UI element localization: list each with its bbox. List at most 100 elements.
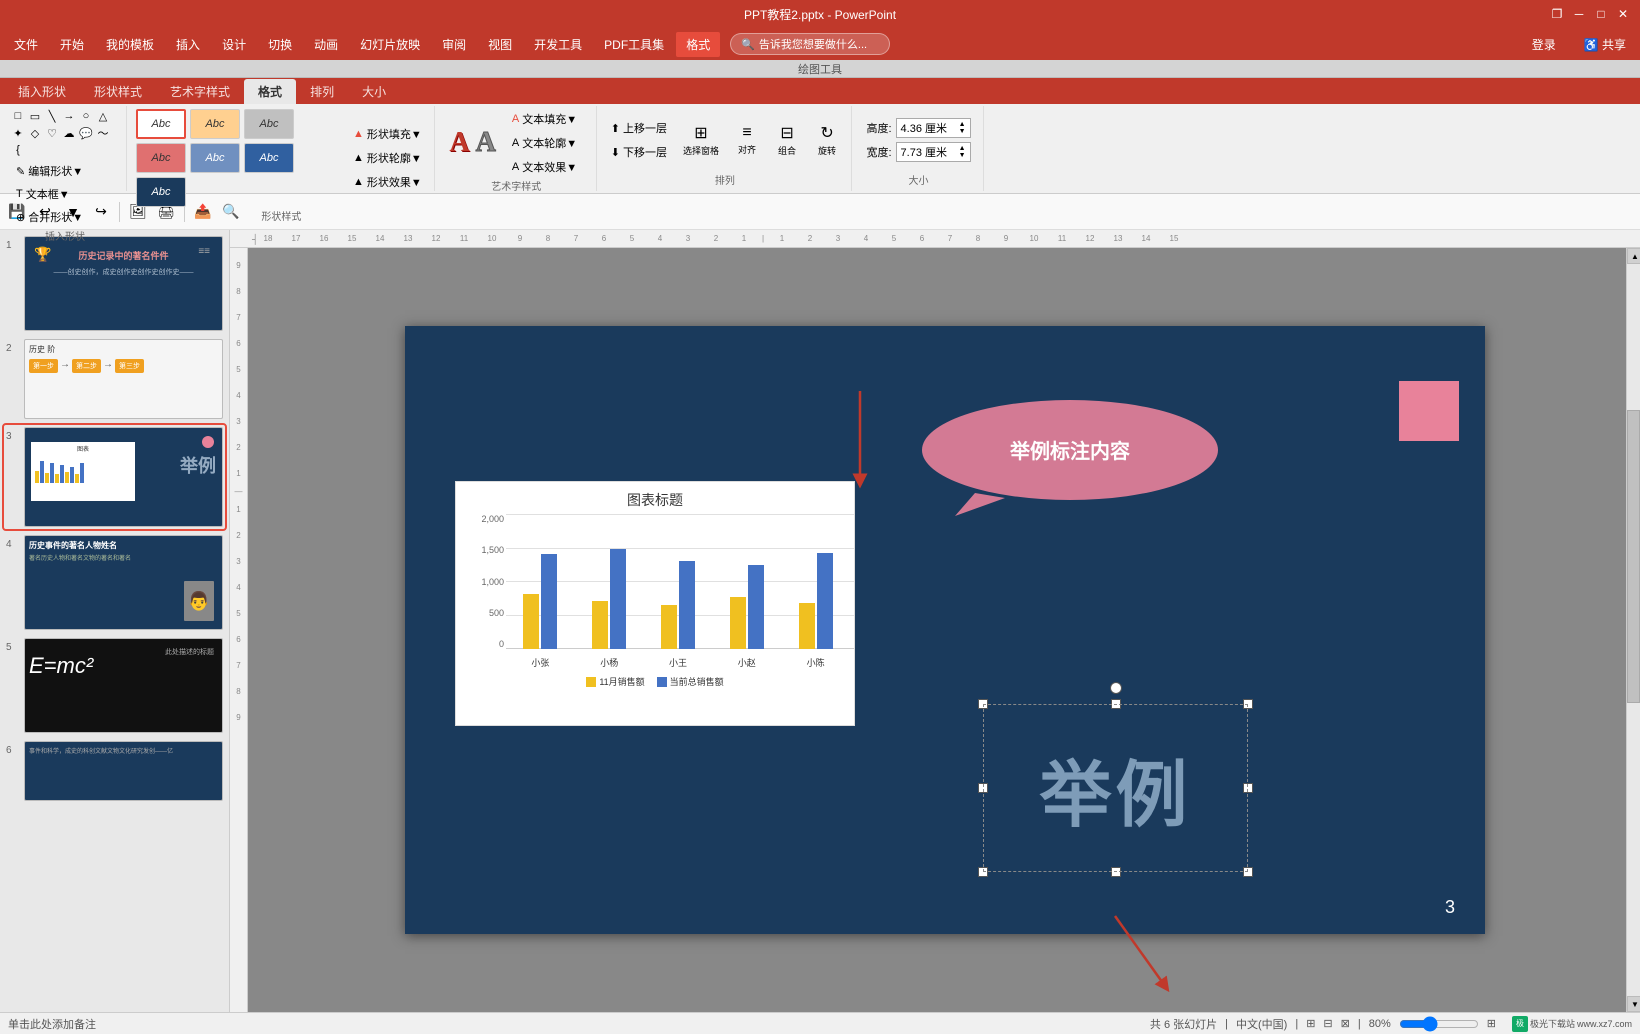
selected-object-container[interactable]: 举例: [983, 704, 1248, 872]
zoom-fit-btn[interactable]: ⊞: [1487, 1017, 1496, 1030]
menu-slideshow[interactable]: 幻灯片放映: [350, 32, 430, 57]
tab-arrange[interactable]: 排列: [296, 79, 348, 104]
scroll-thumb[interactable]: [1627, 410, 1640, 703]
bars-2: [592, 549, 626, 649]
menu-template[interactable]: 我的模板: [96, 32, 164, 57]
scrollbar-v[interactable]: ▲ ▼: [1626, 248, 1640, 1012]
scroll-down-btn[interactable]: ▼: [1627, 996, 1640, 1012]
shape-brace[interactable]: {: [10, 142, 26, 158]
tab-format[interactable]: 格式: [244, 79, 296, 104]
shape-rect[interactable]: □: [10, 108, 26, 124]
scroll-up-btn[interactable]: ▲: [1627, 248, 1640, 264]
menu-transition[interactable]: 切换: [258, 32, 302, 57]
restore-btn[interactable]: ❐: [1548, 5, 1566, 23]
menu-view[interactable]: 视图: [478, 32, 522, 57]
text-fill-btn[interactable]: A 文本填充▼: [506, 108, 583, 130]
group-btn[interactable]: ⊟ 组合: [769, 119, 805, 161]
login-btn[interactable]: 登录: [1522, 32, 1566, 57]
merge-shapes-btn[interactable]: ⊕ 合并形状▼: [10, 206, 120, 228]
chart-x-labels: 小张 小杨 小王 小赵 小陈: [506, 656, 850, 669]
menu-home[interactable]: 开始: [50, 32, 94, 57]
menu-insert[interactable]: 插入: [166, 32, 210, 57]
shape-fill-btn[interactable]: ▲ 形状填充▼: [347, 123, 428, 145]
slide-num-3: 3: [6, 431, 20, 442]
text-box-btn[interactable]: T 文本框▼: [10, 183, 120, 205]
style-item-7[interactable]: Abc: [136, 177, 186, 207]
edit-shape-btn[interactable]: ✎ 编辑形状▼: [10, 160, 120, 182]
slide-img-4: 历史事件的著名人物姓名 著名历史人物和著名文物的著名和著名 👨: [24, 535, 223, 630]
shape-arrow[interactable]: →: [61, 108, 77, 124]
style-item-4[interactable]: Abc: [136, 143, 186, 173]
slide-thumb-3[interactable]: 3 图表: [4, 425, 225, 529]
style-item-5[interactable]: Abc: [190, 143, 240, 173]
width-spinner[interactable]: ▲▼: [959, 145, 966, 159]
minimize-btn[interactable]: ─: [1570, 5, 1588, 23]
search-box[interactable]: 🔍 告诉我您想要做什么...: [730, 33, 890, 55]
shape-triangle[interactable]: △: [95, 108, 111, 124]
slide-thumb-6[interactable]: 6 事件和科学，成史的科创文献文物文化研究发创——亿: [4, 739, 225, 803]
group-art-text: A A A 文本填充▼ A 文本轮廓▼ A 文本效果▼ 艺术字样式: [437, 106, 597, 191]
outline-icon: ▲: [353, 152, 364, 164]
zoom-slider[interactable]: [1399, 1016, 1479, 1032]
art-text-a1[interactable]: A: [449, 127, 469, 159]
width-input[interactable]: 7.73 厘米 ▲▼: [896, 142, 971, 162]
up-layer-icon: ⬆: [611, 122, 620, 135]
view-normal-btn[interactable]: ⊞: [1306, 1017, 1315, 1030]
slide-thumb-2[interactable]: 2 历史 阶 第一步 → 第二步 → 第三步: [4, 337, 225, 421]
text-effect-btn[interactable]: A 文本效果▼: [506, 156, 583, 178]
shape-rounded[interactable]: ▭: [27, 108, 43, 124]
slide-thumb-5[interactable]: 5 E=mc² 此处描述的标题: [4, 636, 225, 735]
shape-cloud[interactable]: ☁: [61, 125, 77, 141]
menu-design[interactable]: 设计: [212, 32, 256, 57]
style-item-1[interactable]: Abc: [136, 109, 186, 139]
view-present-btn[interactable]: ⊠: [1341, 1017, 1350, 1030]
shape-curve[interactable]: 〜: [95, 125, 111, 141]
shape-outline-btn[interactable]: ▲ 形状轮廓▼: [347, 147, 428, 169]
ruler-numbers: 18 17 16 15 14 13 12 11 10 9 8 7 6 5 4 3: [252, 230, 1188, 247]
up-layer-btn[interactable]: ⬆ 上移一层: [605, 117, 673, 139]
height-input[interactable]: 4.36 厘米 ▲▼: [896, 118, 971, 138]
share-btn[interactable]: ♿ 共享: [1574, 32, 1636, 57]
menu-animation[interactable]: 动画: [304, 32, 348, 57]
slide-canvas[interactable]: 举例标注内容 图表标题 2,000 1,500 1,000 500 0: [405, 326, 1485, 934]
shape-callout[interactable]: 💬: [78, 125, 94, 141]
menu-pdf[interactable]: PDF工具集: [594, 32, 674, 57]
bar-group-3: [661, 561, 695, 649]
shape-diamond[interactable]: ◇: [27, 125, 43, 141]
down-layer-btn[interactable]: ⬇ 下移一层: [605, 141, 673, 163]
style-item-2[interactable]: Abc: [190, 109, 240, 139]
height-spinner[interactable]: ▲▼: [959, 121, 966, 135]
menu-file[interactable]: 文件: [4, 32, 48, 57]
slide-thumb-4[interactable]: 4 历史事件的著名人物姓名 著名历史人物和著名文物的著名和著名 👨: [4, 533, 225, 632]
select-panel-btn[interactable]: ⊞ 选择窗格: [677, 119, 725, 161]
style-item-3[interactable]: Abc: [244, 109, 294, 139]
shape-circle[interactable]: ○: [78, 108, 94, 124]
shape-effect-btn[interactable]: ▲ 形状效果▼: [347, 171, 428, 193]
legend-item-1: 11月销售额: [586, 675, 644, 688]
tab-insert-shapes[interactable]: 插入形状: [4, 79, 80, 104]
maximize-btn[interactable]: □: [1592, 5, 1610, 23]
slide-thumb-1[interactable]: 1 历史记录中的著名件件 ——创史创作，成史创作史创作史创作史—— 🏆 ≡≡: [4, 234, 225, 333]
tab-size[interactable]: 大小: [348, 79, 400, 104]
notes-hint[interactable]: 单击此处添加备注: [8, 1016, 96, 1032]
tab-art-text[interactable]: 艺术字样式: [156, 79, 244, 104]
view-slide-btn[interactable]: ⊟: [1323, 1017, 1332, 1030]
menu-format[interactable]: 格式: [676, 32, 720, 57]
text-fill-icon: A: [512, 113, 519, 125]
text-outline-btn[interactable]: A 文本轮廓▼: [506, 132, 583, 154]
shape-heart[interactable]: ♡: [44, 125, 60, 141]
shape-line[interactable]: ╲: [44, 108, 60, 124]
shape-star[interactable]: ✦: [10, 125, 26, 141]
style-item-6[interactable]: Abc: [244, 143, 294, 173]
tab-shape-styles[interactable]: 形状样式: [80, 79, 156, 104]
callout-bubble[interactable]: 举例标注内容: [915, 398, 1225, 518]
menu-dev[interactable]: 开发工具: [524, 32, 592, 57]
rotate-btn[interactable]: ↻ 旋转: [809, 119, 845, 161]
text-outline-icon: A: [512, 137, 519, 149]
art-text-a2[interactable]: A: [476, 127, 496, 159]
align-btn[interactable]: ≡ 对齐: [729, 120, 765, 160]
slide-count: 共 6 张幻灯片: [1150, 1016, 1217, 1032]
rotate-handle[interactable]: [1110, 682, 1122, 694]
menu-review[interactable]: 审阅: [432, 32, 476, 57]
close-btn[interactable]: ✕: [1614, 5, 1632, 23]
